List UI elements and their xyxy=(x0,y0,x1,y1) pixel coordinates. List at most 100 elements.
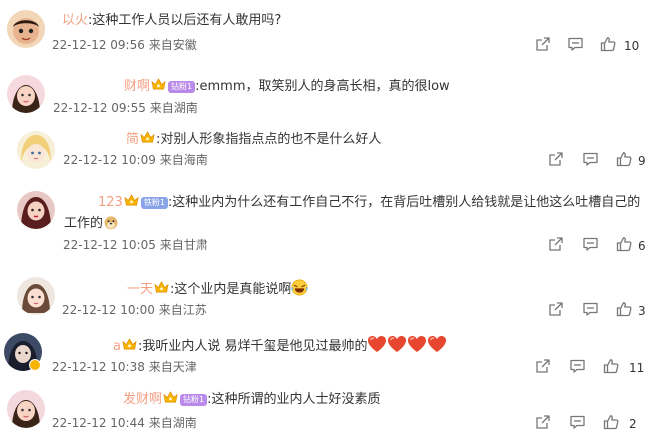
comment-button[interactable] xyxy=(582,151,599,167)
comment-source: 来自天津 xyxy=(148,360,197,374)
comment-text: :这个业内是真能说啊 xyxy=(170,282,292,297)
heart-icon xyxy=(387,335,407,353)
comment-date: 22-12-12 10:05 xyxy=(63,238,156,252)
comment-text-line: 123 铁粉1:这种业内为什么还有工作自己不行，在背后吐槽别人给钱就是让他这么吐槽… xyxy=(64,192,644,234)
comment-text-line: 一天 :这个业内是真能说啊 xyxy=(127,279,308,298)
comment-button[interactable] xyxy=(582,236,599,252)
crown-icon xyxy=(154,281,169,294)
like-count: 11 xyxy=(629,361,645,375)
comment-icon xyxy=(569,414,586,430)
like-button[interactable] xyxy=(616,151,632,167)
comment-button[interactable] xyxy=(569,358,586,374)
like-button[interactable] xyxy=(603,414,619,430)
comment-icon xyxy=(567,36,584,52)
username-link[interactable]: 财啊 xyxy=(124,79,150,94)
doge-emoji-icon xyxy=(103,214,119,230)
crown-icon xyxy=(140,131,155,144)
like-count: 3 xyxy=(638,304,646,318)
crown-icon xyxy=(124,194,139,207)
like-count: 6 xyxy=(638,239,646,253)
like-button[interactable] xyxy=(603,358,619,374)
like-count: 9 xyxy=(638,154,646,168)
share-icon xyxy=(548,301,564,317)
comment-meta: 22-12-12 10:05 来自甘肃 xyxy=(63,238,208,253)
comment-icon xyxy=(582,301,599,317)
avatar[interactable] xyxy=(7,10,45,48)
thumbs-up-icon xyxy=(600,36,616,52)
verified-badge-icon xyxy=(29,359,41,371)
share-button[interactable] xyxy=(535,36,551,52)
share-icon xyxy=(535,36,551,52)
comment-button[interactable] xyxy=(582,301,599,317)
avatar[interactable] xyxy=(17,277,55,315)
like-count: 10 xyxy=(624,39,640,53)
share-button[interactable] xyxy=(535,358,551,374)
comment-actions: 2 xyxy=(535,414,660,434)
comment-date: 22-12-12 10:00 xyxy=(62,303,155,317)
comment-item: 简:对别人形象指指点点的也不是什么好人 22-12-12 10:09 来自海南 … xyxy=(0,124,660,181)
comment-meta: 22-12-12 10:44 来自湖南 xyxy=(52,416,197,431)
share-button[interactable] xyxy=(535,414,551,430)
heart-icon xyxy=(407,335,427,353)
share-button[interactable] xyxy=(548,301,564,317)
comment-source: 来自湖南 xyxy=(149,101,198,115)
avatar[interactable] xyxy=(7,75,45,113)
share-button[interactable] xyxy=(548,151,564,167)
username-link[interactable]: 简 xyxy=(126,132,139,147)
comment-icon xyxy=(582,151,599,167)
comment-text-line: 简 :对别人形象指指点点的也不是什么好人 xyxy=(126,131,381,148)
username-link[interactable]: 123 xyxy=(98,195,123,210)
comment-source: 来自江苏 xyxy=(158,303,207,317)
comment-meta: 22-12-12 09:56 来自安徽 xyxy=(52,38,197,53)
comment-actions: 10 xyxy=(535,36,660,56)
avatar[interactable] xyxy=(17,131,55,169)
comment-date: 22-12-12 09:55 xyxy=(53,101,146,115)
share-icon xyxy=(535,414,551,430)
comment-button[interactable] xyxy=(567,36,584,52)
like-button[interactable] xyxy=(616,301,632,317)
comment-source: 来自湖南 xyxy=(148,416,197,430)
avatar[interactable] xyxy=(7,390,45,428)
thumbs-up-icon xyxy=(603,414,619,430)
comment-date: 22-12-12 10:38 xyxy=(52,360,145,374)
like-button[interactable] xyxy=(600,36,616,52)
comment-date: 22-12-12 09:56 xyxy=(52,38,145,52)
share-icon xyxy=(548,236,564,252)
comment-text: :对别人形象指指点点的也不是什么好人 xyxy=(156,132,382,147)
comment-actions: 3 xyxy=(548,301,660,321)
comment-text-line: 以火:这种工作人员以后还有人敢用吗? xyxy=(62,12,281,29)
like-count: 2 xyxy=(629,417,637,431)
like-button[interactable] xyxy=(616,236,632,252)
comment-item: 123 铁粉1:这种业内为什么还有工作自己不行，在背后吐槽别人给钱就是让他这么吐槽… xyxy=(0,181,660,265)
comment-date: 22-12-12 10:44 xyxy=(52,416,145,430)
username-link[interactable]: 以火 xyxy=(62,13,88,28)
comment-actions: 6 xyxy=(548,236,660,256)
comment-source: 来自海南 xyxy=(159,153,208,167)
comment-icon xyxy=(582,236,599,252)
comment-item: 一天 :这个业内是真能说啊 22-12-12 10:00 来自江苏 3 xyxy=(0,265,660,325)
heart-icon xyxy=(367,335,387,353)
comment-meta: 22-12-12 10:38 来自天津 xyxy=(52,360,197,375)
comment-icon xyxy=(569,358,586,374)
comment-text: :这种所谓的业内人士好没素质 xyxy=(207,392,381,407)
username-link[interactable]: 一天 xyxy=(127,282,153,297)
comment-meta: 22-12-12 10:09 来自海南 xyxy=(63,153,208,168)
username-link[interactable]: 发财啊 xyxy=(123,392,162,407)
crown-icon xyxy=(151,78,166,91)
share-icon xyxy=(548,151,564,167)
comment-actions: 9 xyxy=(548,151,660,171)
fan-badge[interactable]: 钻粉1 xyxy=(180,394,208,406)
fan-badge[interactable]: 铁粉1 xyxy=(140,197,168,209)
comment-date: 22-12-12 10:09 xyxy=(63,153,156,167)
thumbs-up-icon xyxy=(616,236,632,252)
comment-button[interactable] xyxy=(569,414,586,430)
username-link[interactable]: a xyxy=(113,339,121,354)
fan-badge[interactable]: 钻粉1 xyxy=(168,81,196,93)
comment-text-line: 发财啊 钻粉1:这种所谓的业内人士好没素质 xyxy=(123,391,381,408)
comment-text-line: a:我听业内人说 易烊千玺是他见过最帅的 xyxy=(113,335,447,355)
thumbs-up-icon xyxy=(603,358,619,374)
comment-meta: 22-12-12 10:00 来自江苏 xyxy=(62,303,207,318)
comment-item: 发财啊 钻粉1:这种所谓的业内人士好没素质 22-12-12 10:44 来自湖南… xyxy=(0,381,660,438)
share-button[interactable] xyxy=(548,236,564,252)
avatar[interactable] xyxy=(17,191,55,229)
